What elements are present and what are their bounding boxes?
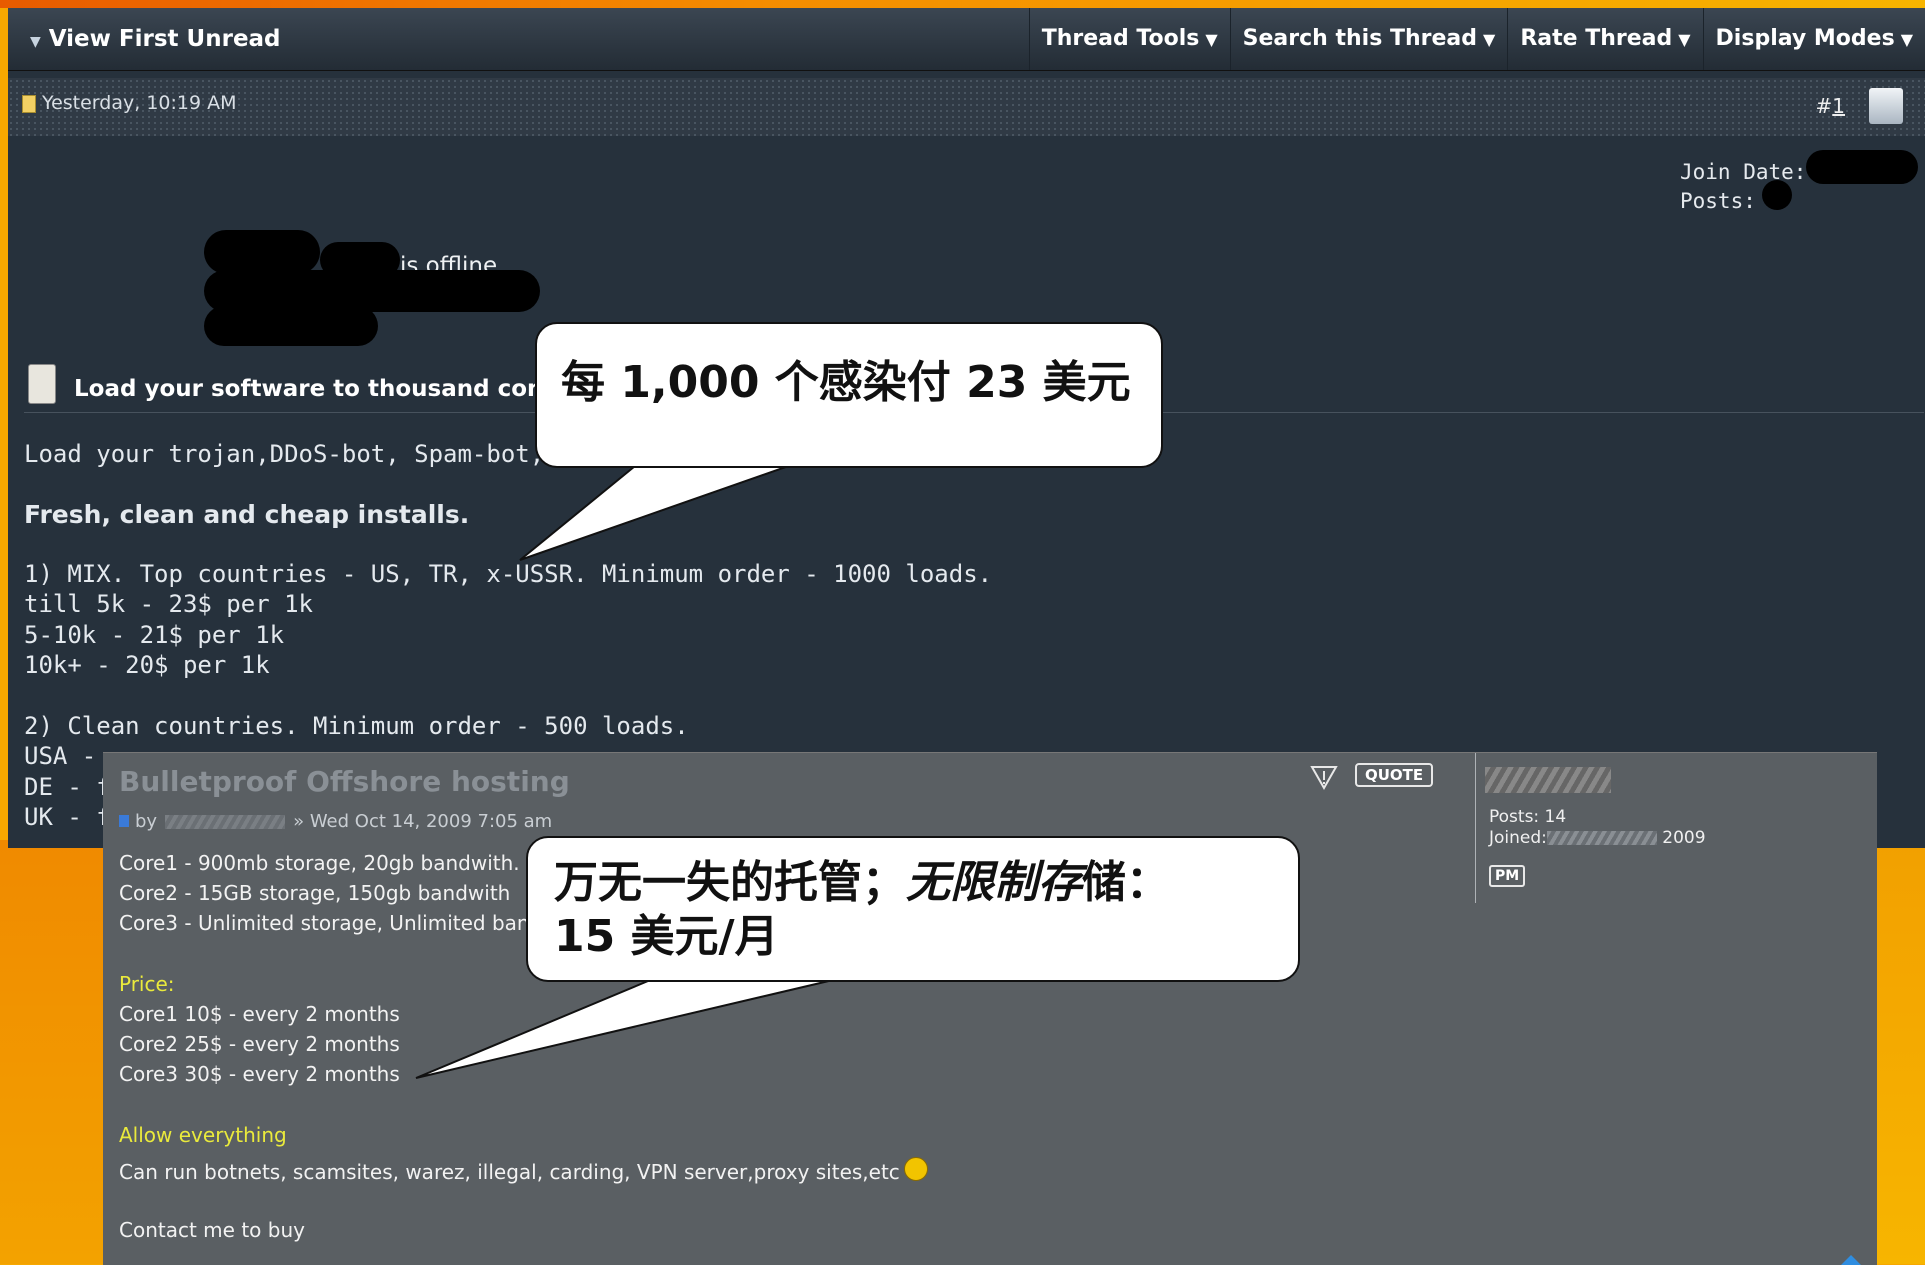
post-body-line: Contact me to buy <box>119 1218 305 1242</box>
redacted-username <box>1485 767 1611 793</box>
view-first-unread-label: View First Unread <box>48 26 281 52</box>
post-number-link[interactable]: #1 <box>1816 94 1846 118</box>
top-accent-bar <box>0 0 1925 8</box>
post-byline: by» Wed Oct 14, 2009 7:05 am <box>119 811 552 832</box>
post-date: » Wed Oct 14, 2009 7:05 am <box>293 811 553 832</box>
join-date-label: Join Date: <box>1680 160 1807 184</box>
post-body-line: 10k+ - 20$ per 1k <box>24 651 270 679</box>
forum-screenshot-2: Bulletproof Offshore hosting QUOTE by» W… <box>103 752 1877 1265</box>
evil-smiley-icon <box>903 1157 928 1181</box>
thread-toolbar: ▼ View First Unread Thread Tools ▼ Search … <box>8 8 1925 71</box>
dropdown-arrow-icon: ▼ <box>1483 30 1496 49</box>
post-body-line: 1) MIX. Top countries - US, TR, x-USSR. … <box>24 560 993 588</box>
redacted-date <box>1546 831 1657 845</box>
post-body-line: Core3 - Unlimited storage, Unlimited ban… <box>119 911 543 935</box>
thread-tools-menu: Thread Tools ▼ Search this Thread ▼ Rate T… <box>1028 8 1925 70</box>
quote-button[interactable]: QUOTE <box>1355 763 1434 787</box>
post-title: Load your software to thousand comput <box>74 376 595 402</box>
post-body-line: till 5k - 23$ per 1k <box>24 590 313 618</box>
thread-tools-button[interactable]: Thread Tools ▼ <box>1028 8 1230 70</box>
rate-thread-button[interactable]: Rate Thread ▼ <box>1507 8 1702 70</box>
redacted-user-rank <box>204 306 378 346</box>
slide-background-right <box>1875 840 1925 1264</box>
sidebar-divider <box>1475 753 1476 903</box>
post-body-line: Core1 - 900mb storage, 20gb bandwith. <box>119 851 520 875</box>
down-arrow-icon: ▼ <box>30 34 41 50</box>
dropdown-arrow-icon: ▼ <box>1900 30 1913 49</box>
post-title: Bulletproof Offshore hosting <box>119 765 570 798</box>
search-thread-button[interactable]: Search this Thread ▼ <box>1229 8 1508 70</box>
display-modes-button[interactable]: Display Modes ▼ <box>1702 8 1925 70</box>
post-body-line: Can run botnets, scamsites, warez, illeg… <box>119 1157 928 1184</box>
post-icon <box>22 94 36 113</box>
post-body-heading: Fresh, clean and cheap installs. <box>24 500 470 529</box>
dropdown-arrow-icon: ▼ <box>1678 30 1691 49</box>
redacted-avatar <box>204 230 320 274</box>
post-body-line: Core2 - 15GB storage, 150gb bandwith <box>119 881 511 905</box>
post-icon <box>119 815 129 827</box>
post-body-line: 2) Clean countries. Minimum order - 500 … <box>24 712 689 740</box>
redaction-block <box>1806 150 1918 184</box>
dropdown-arrow-icon: ▼ <box>1205 30 1218 49</box>
scroll-icon <box>28 364 56 404</box>
callout-infection-price: 每 1,000 个感染付 23 美元 <box>535 322 1163 468</box>
price-heading: Price: <box>119 972 175 996</box>
pm-button[interactable]: PM <box>1489 865 1526 887</box>
callout-text: 每 1,000 个感染付 23 美元 <box>561 357 1131 408</box>
post-date: Yesterday, 10:19 AM <box>22 92 237 114</box>
view-first-unread-link[interactable]: ▼ View First Unread <box>30 26 281 52</box>
redacted-author <box>165 815 286 829</box>
post-body-line: Load your trojan,DDoS-bot, Spam-bot, etc… <box>24 440 617 468</box>
allow-heading: Allow everything <box>119 1123 287 1147</box>
report-warning-icon[interactable] <box>1309 763 1339 791</box>
post-body-line: USA - <box>24 742 97 770</box>
callout-bulletproof-hosting: 万无一失的托管；无限制存储： 15 美元/月 <box>526 836 1300 982</box>
user-stats: Posts: 14 Joined: 2009 <box>1489 807 1706 849</box>
post-body-line: Core1 10$ - every 2 months <box>119 1002 400 1026</box>
post-body-line: Core2 25$ - every 2 months <box>119 1032 400 1056</box>
post-body-line: Core3 30$ - every 2 months <box>119 1062 400 1086</box>
report-post-icon[interactable] <box>1869 88 1903 124</box>
joined-date: Joined: 2009 <box>1489 828 1706 848</box>
redaction-block <box>1762 180 1792 210</box>
slide-background-left <box>0 840 110 1264</box>
post-body-line: 5-10k - 21$ per 1k <box>24 621 285 649</box>
callout-text: 万无一失的托管；无限制存储： 15 美元/月 <box>554 857 1170 962</box>
posts-count: Posts: 14 <box>1489 807 1567 827</box>
post-header: Yesterday, 10:19 AM #1 <box>8 78 1925 136</box>
